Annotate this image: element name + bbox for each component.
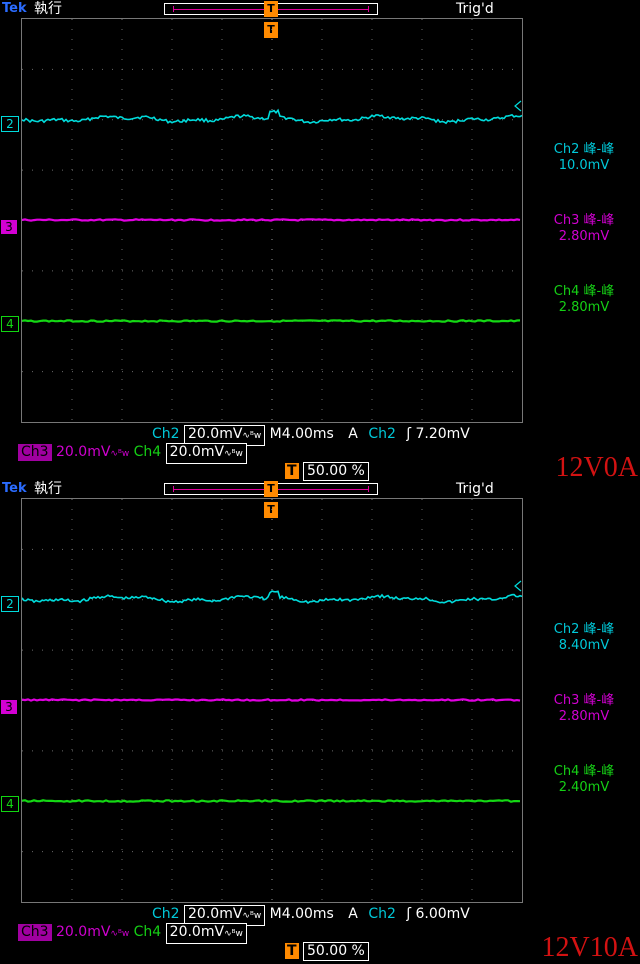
ch3-scale-value: 20.0mV [56, 924, 111, 940]
trigger-slope-icon: ʃ [406, 906, 412, 922]
ch4-meas-label: Ch4 峰-峰 [553, 764, 615, 779]
ch2-waveform [22, 108, 522, 125]
ch3-label: Ch3 [18, 924, 52, 941]
ch3-marker: 3 [1, 220, 17, 234]
run-state: 執行 [34, 481, 62, 497]
ch3-label: Ch3 [18, 444, 52, 461]
ch4-meas-value: 2.80mV [558, 300, 610, 315]
trigger-source: Ch2 [368, 426, 396, 442]
ch2-meas-value: 8.40mV [558, 638, 610, 653]
status-bar: Tek 執行 T Trig'd [0, 0, 525, 18]
ch2-scale-value: 20.0mV [188, 906, 243, 922]
ch3-meas-label: Ch3 峰-峰 [553, 693, 615, 708]
ch4-marker: 4 [1, 316, 19, 332]
ch3-meas-label: Ch3 峰-峰 [553, 213, 615, 228]
ch4-scale-value: 20.0mV [169, 924, 225, 940]
ch2-peak-to-peak: Ch2 峰-峰 8.40mV [530, 622, 638, 654]
timebase: M4.00ms [269, 906, 334, 922]
trigger-position: 50.00 % [303, 942, 369, 961]
timebase: M4.00ms [269, 426, 334, 442]
ch4-scale: 20.0mV∿ᴮw [165, 923, 247, 944]
trigger-position-icon: T [264, 1, 278, 17]
graticule-svg [22, 499, 522, 902]
trigger-level: 6.00mV [415, 906, 470, 922]
scope-screen-2: Tek 執行 T Trig'd T 2 3 4 Ch2 峰-峰 8.40mV C… [0, 480, 640, 963]
ch2-label: Ch2 [152, 426, 180, 442]
run-state: 執行 [34, 1, 62, 17]
ch2-scale-value: 20.0mV [188, 426, 243, 442]
ch4-meas-value: 2.40mV [558, 780, 610, 795]
status-line-2: Ch3 20.0mV∿ᴮw Ch4 20.0mV∿ᴮw [18, 443, 247, 464]
trigger-position: 50.00 % [303, 462, 369, 481]
trigger-state: Trig'd [456, 1, 494, 17]
trigger-position-icon: T [264, 481, 278, 497]
ch3-peak-to-peak: Ch3 峰-峰 2.80mV [530, 213, 638, 245]
trigger-state: Trig'd [456, 481, 494, 497]
tek-logo: Tek [2, 1, 27, 16]
bandwidth-icon: ∿ᴮw [242, 431, 262, 441]
ch4-label: Ch4 [133, 924, 162, 940]
status-line-3: T 50.00 % [285, 942, 369, 961]
trigger-level-icon [514, 580, 522, 592]
ch3-meas-value: 2.80mV [558, 709, 610, 724]
ch4-scale: 20.0mV∿ᴮw [165, 443, 247, 464]
trigger-position-icon: T [285, 463, 299, 479]
bandwidth-icon: ∿ᴮw [110, 449, 130, 459]
bandwidth-icon: ∿ᴮw [224, 929, 243, 939]
ch3-marker: 3 [1, 700, 17, 714]
trigger-position-icon: T [285, 943, 299, 959]
bandwidth-icon: ∿ᴮw [110, 929, 130, 939]
ch3-waveform [22, 698, 521, 702]
trigger-level: 7.20mV [415, 426, 470, 442]
caption: 12V10A [541, 932, 638, 963]
ch3-waveform [22, 218, 521, 222]
tek-logo: Tek [2, 481, 27, 496]
ch3-scale: 20.0mV∿ᴮw [56, 444, 129, 460]
ch3-meas-value: 2.80mV [558, 229, 610, 244]
trigger-slope-icon: ʃ [406, 426, 412, 442]
graticule-svg [22, 19, 522, 422]
scope-screen-1: Tek 執行 T Trig'd T 2 3 4 Ch2 峰-峰 10.0mV C… [0, 0, 640, 483]
ch2-meas-label: Ch2 峰-峰 [553, 142, 615, 157]
bandwidth-icon: ∿ᴮw [224, 449, 243, 459]
waveform-graticule [21, 18, 523, 423]
ch4-waveform [22, 799, 521, 803]
status-line-3: T 50.00 % [285, 462, 369, 481]
ch4-waveform [22, 319, 521, 323]
status-line-1: Ch2 20.0mV∿ᴮw M4.00ms A Ch2 ʃ 7.20mV [152, 425, 470, 446]
ch3-scale: 20.0mV∿ᴮw [56, 924, 129, 940]
ch2-marker: 2 [1, 116, 19, 132]
ch4-peak-to-peak: Ch4 峰-峰 2.40mV [530, 764, 638, 796]
ch2-waveform [22, 590, 522, 605]
ch2-marker: 2 [1, 596, 19, 612]
ch3-scale-value: 20.0mV [56, 444, 111, 460]
bandwidth-icon: ∿ᴮw [242, 911, 262, 921]
ch2-meas-value: 10.0mV [558, 158, 610, 173]
ch4-marker: 4 [1, 796, 19, 812]
ch4-label: Ch4 [133, 444, 162, 460]
trigger-mode: A [348, 906, 358, 922]
trigger-level-icon [514, 100, 522, 112]
trigger-mode: A [348, 426, 358, 442]
status-line-2: Ch3 20.0mV∿ᴮw Ch4 20.0mV∿ᴮw [18, 923, 247, 944]
trigger-source: Ch2 [368, 906, 396, 922]
status-line-1: Ch2 20.0mV∿ᴮw M4.00ms A Ch2 ʃ 6.00mV [152, 905, 470, 926]
ch2-peak-to-peak: Ch2 峰-峰 10.0mV [530, 142, 638, 174]
ch4-meas-label: Ch4 峰-峰 [553, 284, 615, 299]
ch4-scale-value: 20.0mV [169, 444, 225, 460]
status-bar: Tek 執行 T Trig'd [0, 480, 525, 498]
ch2-meas-label: Ch2 峰-峰 [553, 622, 615, 637]
ch3-peak-to-peak: Ch3 峰-峰 2.80mV [530, 693, 638, 725]
ch4-peak-to-peak: Ch4 峰-峰 2.80mV [530, 284, 638, 316]
waveform-graticule [21, 498, 523, 903]
ch2-label: Ch2 [152, 906, 180, 922]
